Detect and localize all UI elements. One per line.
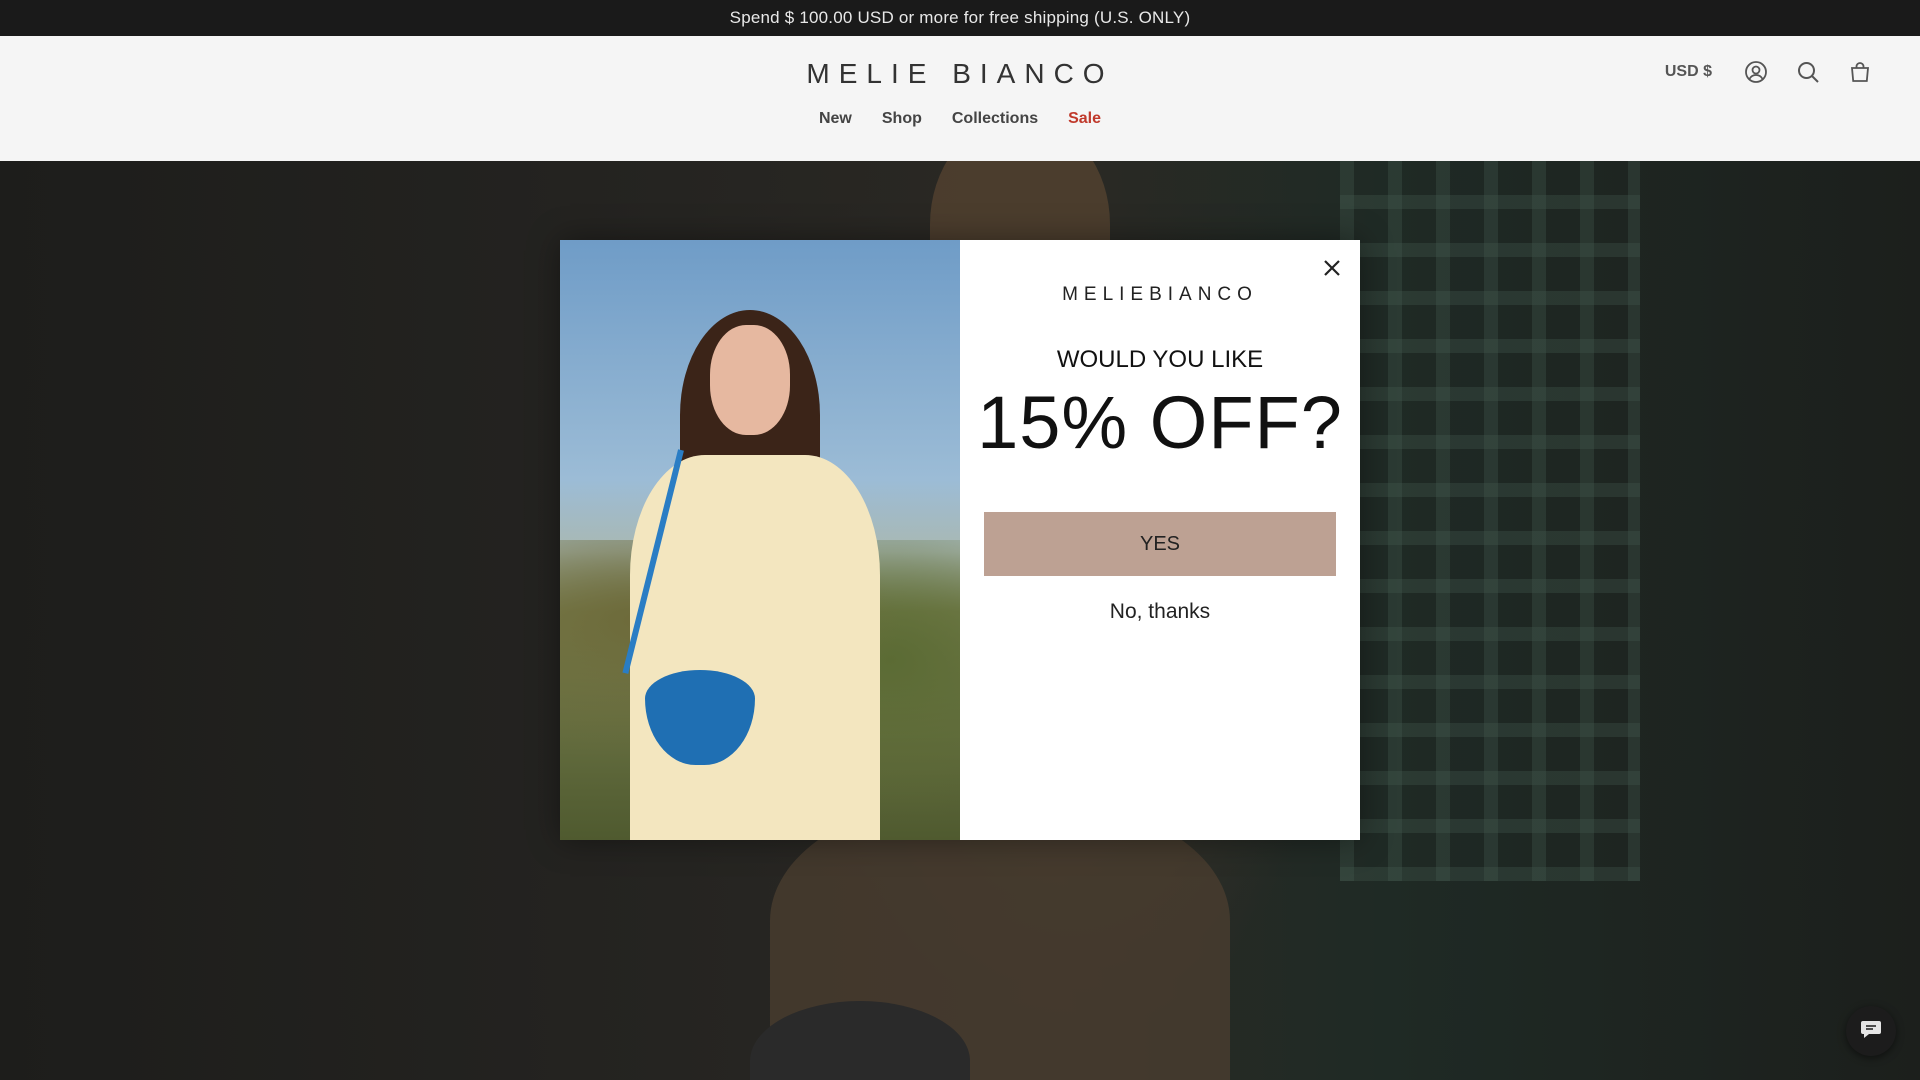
site-logo[interactable]: MELIE BIANCO (0, 58, 1920, 90)
close-icon (1318, 260, 1346, 285)
chat-button[interactable] (1846, 1006, 1896, 1056)
nav-item-collections[interactable]: Collections (952, 110, 1038, 128)
cart-icon[interactable] (1848, 60, 1872, 84)
close-button[interactable] (1318, 254, 1346, 282)
chat-icon (1860, 1019, 1882, 1044)
yes-button[interactable]: YES (984, 512, 1336, 576)
popup-brand: MELIEBIANCO (1062, 284, 1258, 305)
popup-image-face (710, 325, 790, 435)
discount-popup: MELIEBIANCO WOULD YOU LIKE 15% OFF? YES … (560, 240, 1360, 840)
announcement-text: Spend $ 100.00 USD or more for free ship… (729, 8, 1191, 27)
header-utilities: USD $ (1665, 60, 1872, 84)
popup-pre-heading: WOULD YOU LIKE (1056, 346, 1264, 373)
site-header: MELIE BIANCO New Shop Collections Sale U… (0, 36, 1920, 161)
popup-model-image (560, 240, 960, 840)
currency-selector[interactable]: USD $ (1665, 63, 1712, 81)
no-thanks-button[interactable]: No, thanks (984, 592, 1336, 632)
search-icon[interactable] (1796, 60, 1820, 84)
popup-heading: 15% OFF? (977, 381, 1343, 464)
account-icon[interactable] (1744, 60, 1768, 84)
popup-content: MELIEBIANCO WOULD YOU LIKE 15% OFF? YES … (960, 240, 1360, 840)
nav-item-new[interactable]: New (819, 110, 852, 128)
announcement-bar: Spend $ 100.00 USD or more for free ship… (0, 0, 1920, 36)
main-nav: New Shop Collections Sale (0, 110, 1920, 128)
nav-item-shop[interactable]: Shop (882, 110, 922, 128)
nav-item-sale[interactable]: Sale (1068, 110, 1101, 128)
hero-grille-decoration (1340, 161, 1640, 881)
